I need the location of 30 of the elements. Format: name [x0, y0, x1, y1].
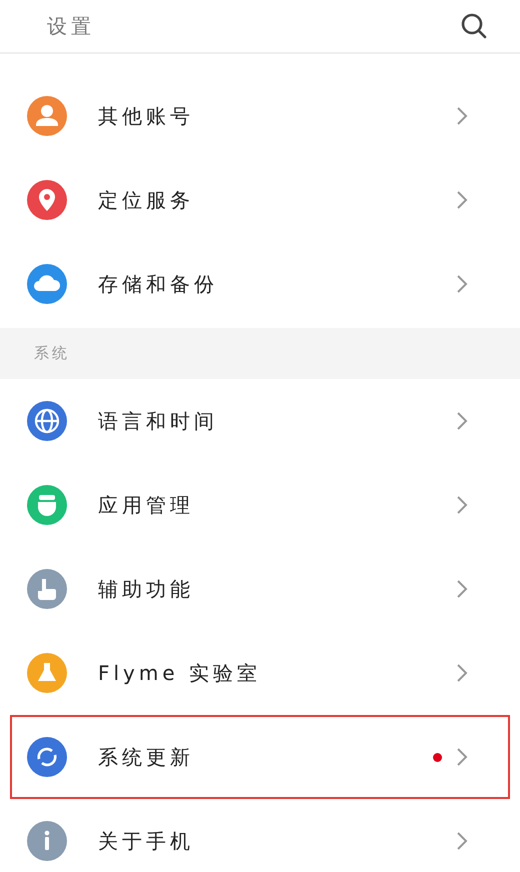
page-title: 设置	[47, 13, 95, 40]
chevron-right-icon	[456, 663, 468, 683]
chevron-right-icon	[456, 831, 468, 851]
chevron-right-icon	[456, 579, 468, 599]
chevron-right-icon	[456, 106, 468, 126]
item-label: 语言和时间	[98, 408, 218, 435]
chevron-right-icon	[456, 190, 468, 210]
settings-item[interactable]: 辅助功能	[0, 547, 520, 631]
item-label: 定位服务	[98, 187, 194, 214]
item-label: 其他账号	[98, 103, 194, 130]
item-label: 存储和备份	[98, 271, 218, 298]
settings-item[interactable]: 定位服务	[0, 158, 520, 242]
settings-item[interactable]: 存储和备份	[0, 242, 520, 326]
settings-item[interactable]: 其他账号	[0, 74, 520, 158]
chevron-right-icon	[456, 411, 468, 431]
search-icon[interactable]	[460, 12, 488, 40]
item-label: Flyme 实验室	[98, 660, 262, 687]
item-label: 应用管理	[98, 492, 194, 519]
item-label: 系统更新	[98, 744, 194, 771]
settings-item[interactable]: Flyme 实验室	[0, 631, 520, 715]
settings-item[interactable]: 关于手机	[0, 799, 520, 872]
chevron-right-icon	[456, 495, 468, 515]
item-label: 辅助功能	[98, 576, 194, 603]
chevron-right-icon	[456, 274, 468, 294]
settings-item[interactable]: 系统更新	[10, 715, 510, 799]
settings-item[interactable]: 语言和时间	[0, 379, 520, 463]
settings-item[interactable]: 应用管理	[0, 463, 520, 547]
chevron-right-icon	[456, 747, 468, 767]
item-label: 关于手机	[98, 828, 194, 855]
section-title: 系统	[34, 343, 70, 364]
